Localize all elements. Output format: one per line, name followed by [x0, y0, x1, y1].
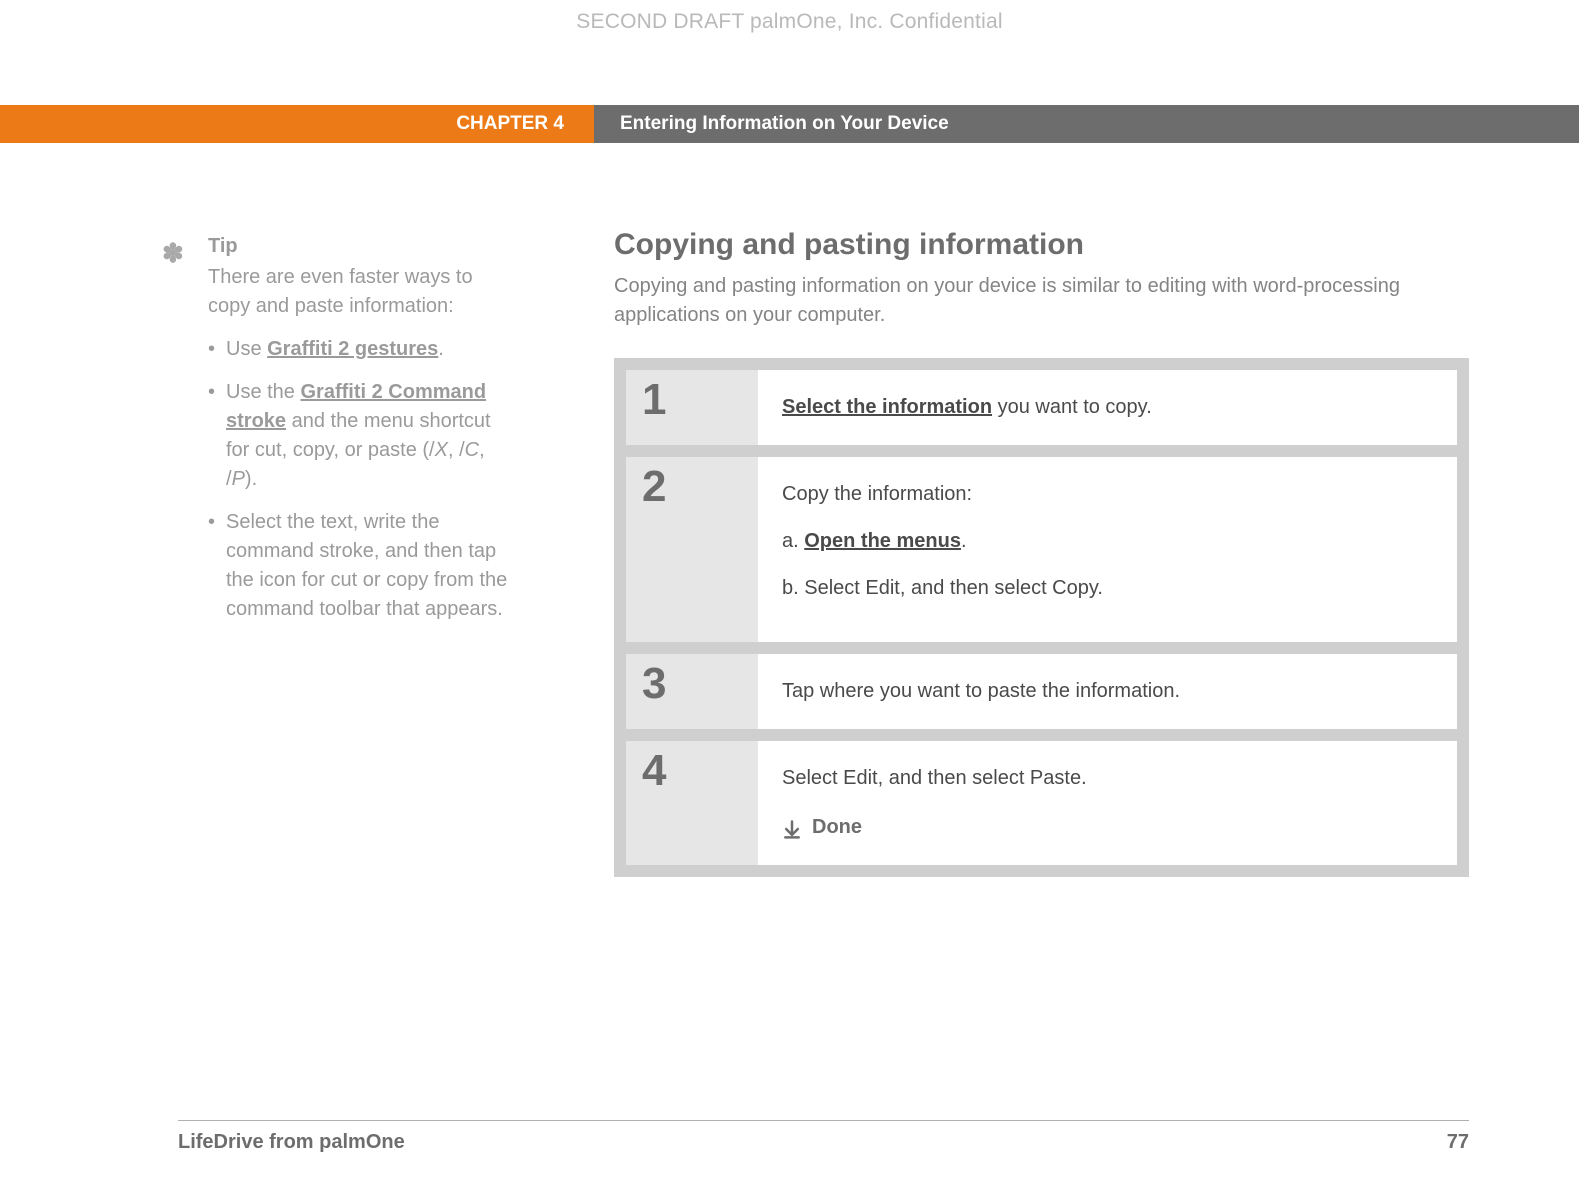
step-2-a-label: a. [782, 530, 804, 552]
done-arrow-icon [782, 818, 802, 838]
step-1-link[interactable]: Select the information [782, 396, 992, 418]
tip-b1-link[interactable]: Graffiti 2 gestures [267, 338, 438, 360]
tip-bullet-1: Use Graffiti 2 gestures. [208, 335, 508, 364]
tip-b1-pre: Use [226, 338, 267, 360]
footer-page-number: 77 [1447, 1131, 1469, 1154]
step-2-a-link[interactable]: Open the menus [804, 530, 961, 552]
step-1: 1 Select the information you want to cop… [626, 370, 1457, 445]
step-3-body: Tap where you want to paste the informat… [758, 654, 1457, 729]
step-2-b-text: Select Edit, and then select Copy. [804, 577, 1103, 599]
step-3-text: Tap where you want to paste the informat… [782, 680, 1180, 702]
step-4-text: Select Edit, and then select Paste. [782, 763, 1433, 794]
step-2-line: Copy the information: [782, 479, 1433, 510]
step-4: 4 Select Edit, and then select Paste. Do… [626, 741, 1457, 865]
step-2-number: 2 [626, 457, 758, 642]
step-4-number: 4 [626, 741, 758, 865]
step-3: 3 Tap where you want to paste the inform… [626, 654, 1457, 729]
tip-bullet-2: Use the Graffiti 2 Command stroke and th… [208, 378, 508, 494]
chapter-header-orange: CHAPTER 4 [0, 105, 594, 143]
tip-b1-post: . [438, 338, 444, 360]
step-2-b: b. Select Edit, and then select Copy. [782, 573, 1433, 604]
step-2-sublist: a. Open the menus. b. Select Edit, and t… [782, 526, 1433, 604]
step-1-number: 1 [626, 370, 758, 445]
tip-heading: Tip [208, 232, 508, 261]
tip-intro: There are even faster ways to copy and p… [208, 263, 508, 321]
tip-b2-sep1: , / [448, 439, 465, 461]
chapter-label: CHAPTER 4 [456, 105, 564, 143]
section-intro: Copying and pasting information on your … [614, 272, 1469, 330]
tip-b2-post2: ). [245, 468, 257, 490]
step-1-body: Select the information you want to copy. [758, 370, 1457, 445]
steps-frame: 1 Select the information you want to cop… [614, 358, 1469, 877]
tip-b2-x: X [435, 439, 448, 461]
watermark-text: SECOND DRAFT palmOne, Inc. Confidential [0, 10, 1579, 34]
step-2-a-post: . [961, 530, 967, 552]
tip-b2-p: P [232, 468, 245, 490]
tip-star-icon: ✽ [162, 235, 184, 273]
footer-product: LifeDrive from palmOne [178, 1131, 405, 1154]
tip-bullet-3: Select the text, write the command strok… [208, 508, 508, 624]
done-label: Done [812, 812, 862, 843]
step-2-a: a. Open the menus. [782, 526, 1433, 557]
tip-sidebar: ✽ Tip There are even faster ways to copy… [178, 232, 508, 638]
step-2-body: Copy the information: a. Open the menus.… [758, 457, 1457, 642]
step-2: 2 Copy the information: a. Open the menu… [626, 457, 1457, 642]
tip-b2-pre: Use the [226, 381, 300, 403]
tip-bullet-list: Use Graffiti 2 gestures. Use the Graffit… [208, 335, 508, 624]
chapter-header-row: CHAPTER 4 Entering Information on Your D… [0, 105, 1579, 143]
step-3-number: 3 [626, 654, 758, 729]
chapter-title: Entering Information on Your Device [620, 105, 949, 143]
chapter-header-gray: Entering Information on Your Device [594, 105, 1579, 143]
page-footer: LifeDrive from palmOne 77 [178, 1120, 1469, 1154]
done-row: Done [782, 812, 1433, 843]
section-title: Copying and pasting information [614, 228, 1084, 262]
step-1-post: you want to copy. [992, 396, 1152, 418]
step-2-b-label: b. [782, 577, 804, 599]
tip-b2-c: C [465, 439, 479, 461]
step-4-body: Select Edit, and then select Paste. Done [758, 741, 1457, 865]
